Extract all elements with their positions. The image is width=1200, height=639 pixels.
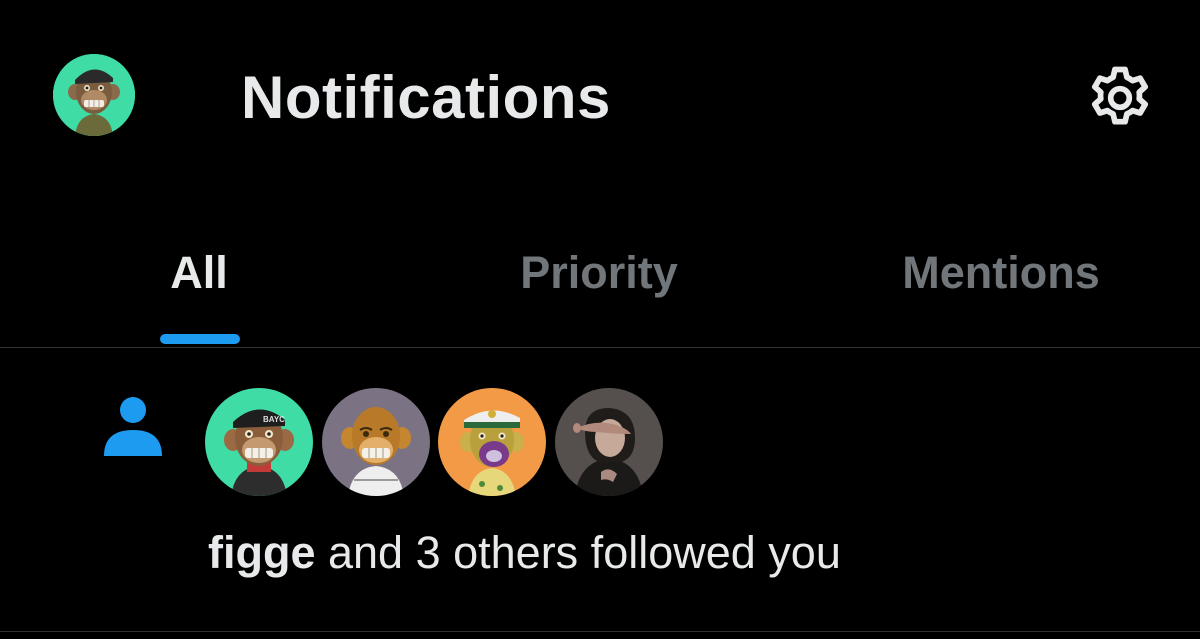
portrait-avatar-icon bbox=[555, 388, 663, 496]
notification-tabs: All Priority Mentions bbox=[0, 225, 1200, 347]
tab-label: Priority bbox=[520, 247, 678, 298]
follower-avatar[interactable] bbox=[438, 388, 546, 496]
top-app-bar: Notifications bbox=[0, 0, 1200, 200]
page-title: Notifications bbox=[241, 64, 611, 131]
profile-avatar[interactable] bbox=[53, 54, 135, 136]
follow-notification[interactable]: BAYC figge and 3 others followed you bbox=[0, 348, 1200, 631]
tab-mentions[interactable]: Mentions bbox=[800, 225, 1200, 347]
tab-all[interactable]: All bbox=[0, 225, 400, 347]
ape-avatar-icon bbox=[322, 388, 430, 496]
follower-avatar[interactable] bbox=[555, 388, 663, 496]
settings-button[interactable] bbox=[1084, 62, 1156, 134]
tab-label: Mentions bbox=[902, 247, 1100, 298]
follower-avatar[interactable]: BAYC bbox=[205, 388, 313, 496]
ape-avatar-icon: BAYC bbox=[205, 388, 313, 496]
gear-icon bbox=[1091, 66, 1149, 125]
divider bbox=[0, 631, 1200, 632]
tab-label: All bbox=[170, 247, 228, 298]
notification-text: figge and 3 others followed you bbox=[208, 525, 841, 581]
svg-text:BAYC: BAYC bbox=[263, 415, 285, 424]
notification-message: and 3 others followed you bbox=[315, 527, 841, 578]
tab-priority[interactable]: Priority bbox=[400, 225, 800, 347]
ape-avatar-icon bbox=[438, 388, 546, 496]
active-tab-indicator bbox=[160, 334, 240, 344]
follower-avatar[interactable] bbox=[322, 388, 430, 496]
follower-username-link[interactable]: figge bbox=[208, 527, 316, 578]
ape-avatar-icon bbox=[53, 54, 135, 136]
person-icon bbox=[102, 394, 164, 460]
